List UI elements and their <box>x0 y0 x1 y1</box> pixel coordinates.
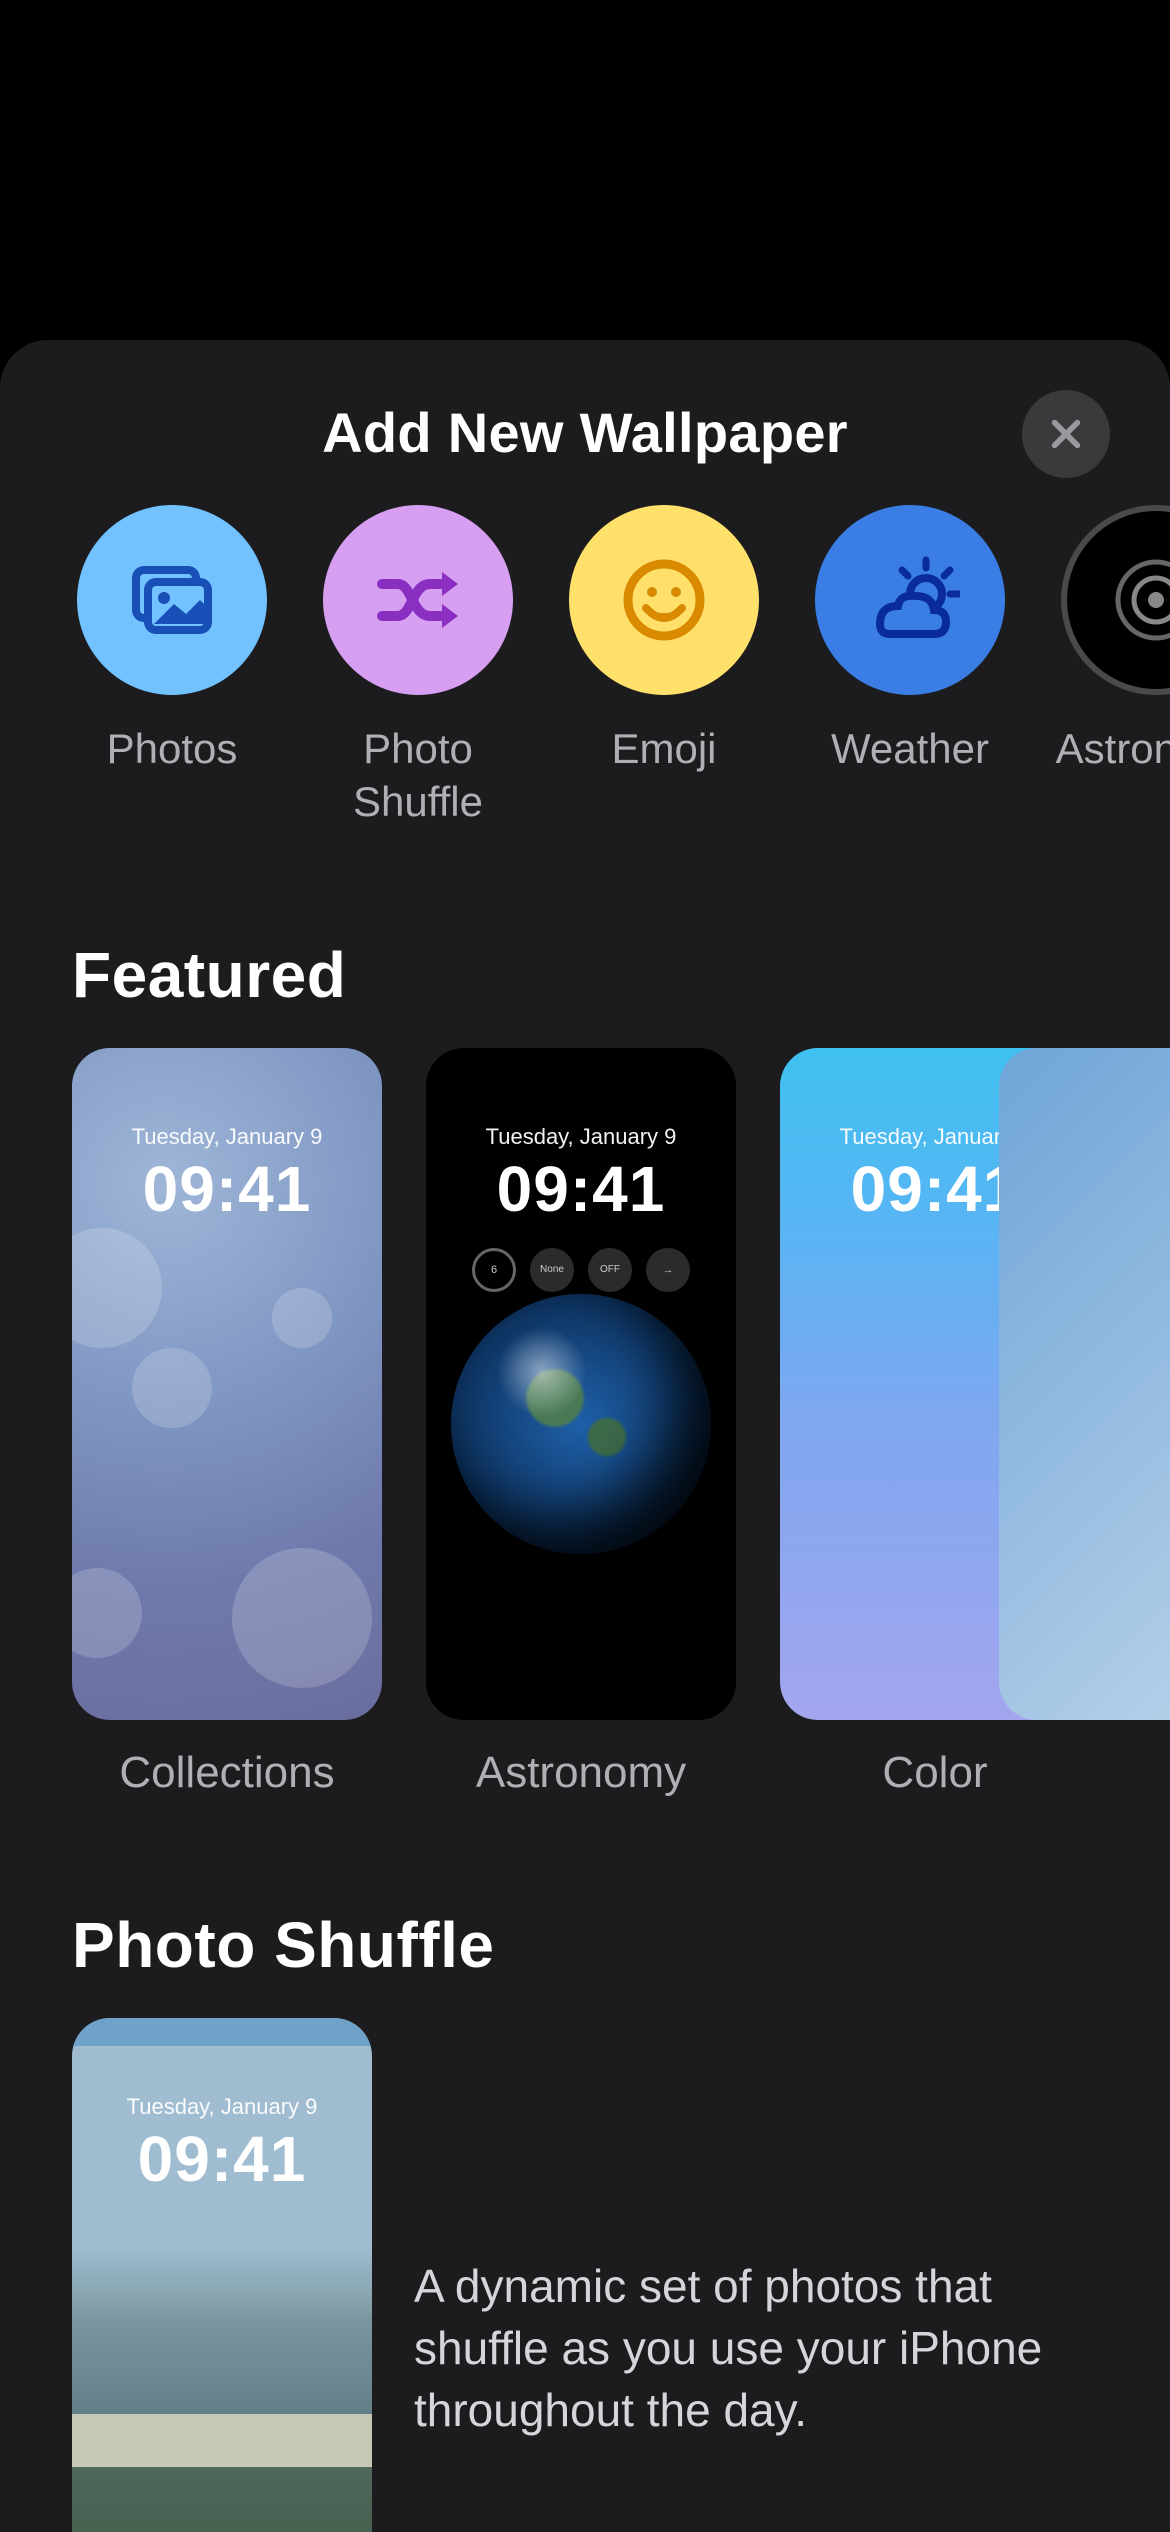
shuffle-icon <box>323 505 513 695</box>
preview-date: Tuesday, January 9 <box>132 1124 323 1150</box>
weather-icon <box>815 505 1005 695</box>
wallpaper-label: Color <box>882 1748 987 1798</box>
widget-none: None <box>530 1248 574 1292</box>
photo-shuffle-row: Tuesday, January 9 09:41 A dynamic set o… <box>72 2018 1170 2532</box>
category-weather[interactable]: Weather <box>810 505 1010 828</box>
wallpaper-preview: Tuesday, January 9 09:41 <box>72 1048 382 1720</box>
featured-item-astronomy[interactable]: Tuesday, January 9 09:41 6 None OFF → As… <box>426 1048 736 1798</box>
wallpaper-sheet: Add New Wallpaper Photos Photo Shuffle E… <box>0 340 1170 2532</box>
featured-item-collections[interactable]: Tuesday, January 9 09:41 Collections <box>72 1048 382 1798</box>
featured-section: Featured Tuesday, January 9 09:41 Collec… <box>0 938 1170 1798</box>
category-label: Weather <box>831 723 989 776</box>
preview-time: 09:41 <box>138 2122 307 2196</box>
section-heading: Featured <box>72 938 1170 1012</box>
category-astronomy[interactable]: Astronomy <box>1056 505 1170 828</box>
preview-time: 09:41 <box>497 1152 666 1226</box>
page-title: Add New Wallpaper <box>40 400 1130 465</box>
category-label: Photo Shuffle <box>353 723 483 828</box>
category-photo-shuffle[interactable]: Photo Shuffle <box>318 505 518 828</box>
featured-row: Tuesday, January 9 09:41 Collections Tue… <box>72 1048 1170 1798</box>
preview-time: 09:41 <box>143 1152 312 1226</box>
category-label: Photos <box>107 723 238 776</box>
sheet-header: Add New Wallpaper <box>0 340 1170 505</box>
widget-battery-ring: 6 <box>472 1248 516 1292</box>
photo-shuffle-preview[interactable]: Tuesday, January 9 09:41 <box>72 2018 372 2532</box>
earth-graphic <box>451 1294 711 1554</box>
category-row: Photos Photo Shuffle Emoji Weather Astro… <box>0 505 1170 828</box>
featured-item-peek[interactable] <box>1134 1048 1170 1798</box>
section-heading: Photo Shuffle <box>72 1908 1170 1982</box>
widget-arrow: → <box>646 1248 690 1292</box>
category-photos[interactable]: Photos <box>72 505 272 828</box>
preview-date: Tuesday, January 9 <box>127 2094 318 2120</box>
widget-off: OFF <box>588 1248 632 1292</box>
close-icon <box>1047 415 1085 453</box>
photo-shuffle-description: A dynamic set of photos that shuffle as … <box>414 2255 1114 2441</box>
wallpaper-label: Astronomy <box>476 1748 686 1798</box>
emoji-icon <box>569 505 759 695</box>
preview-date: Tuesday, January 9 <box>486 1124 677 1150</box>
category-label: Astronomy <box>1056 723 1170 776</box>
photos-icon <box>77 505 267 695</box>
photo-shuffle-section: Photo Shuffle Tuesday, January 9 09:41 A… <box>0 1908 1170 2532</box>
wallpaper-preview: Tuesday, January 9 09:41 6 None OFF → <box>426 1048 736 1720</box>
wallpaper-preview <box>999 1048 1170 1720</box>
category-label: Emoji <box>611 723 716 776</box>
wallpaper-label: Collections <box>119 1748 334 1798</box>
preview-time: 09:41 <box>851 1152 1020 1226</box>
category-emoji[interactable]: Emoji <box>564 505 764 828</box>
widget-row: 6 None OFF → <box>426 1248 736 1292</box>
astronomy-icon <box>1061 505 1170 695</box>
close-button[interactable] <box>1022 390 1110 478</box>
